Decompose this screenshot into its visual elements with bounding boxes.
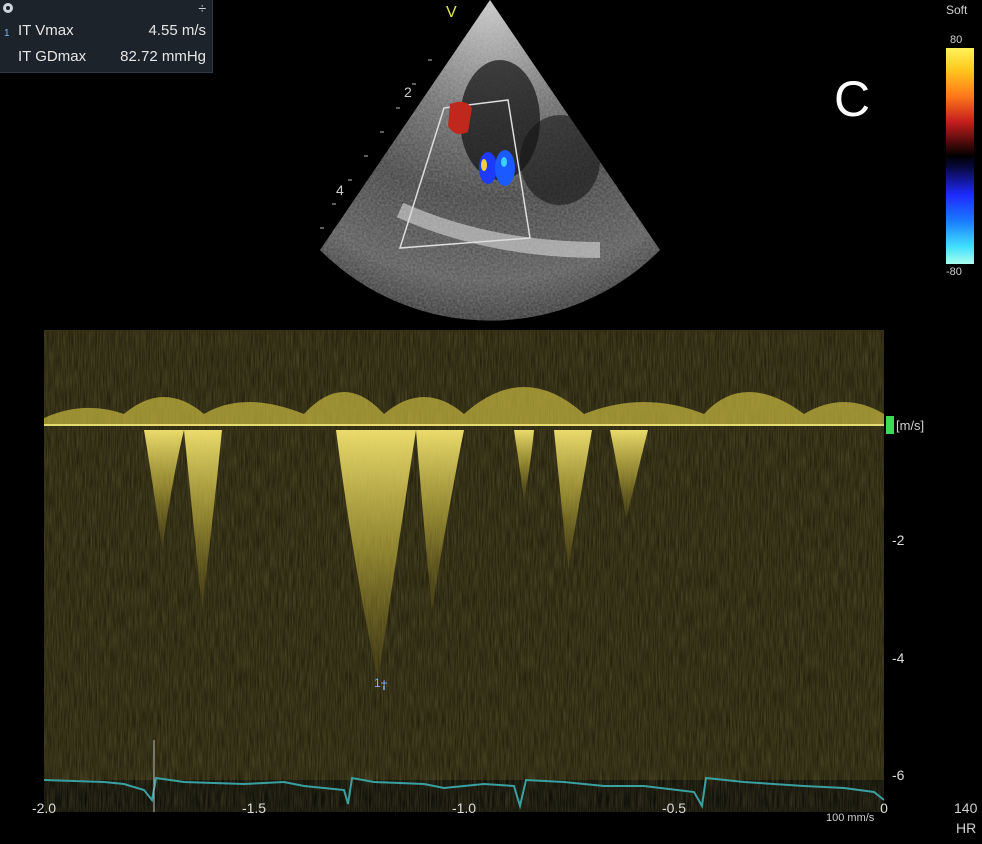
measurement-box[interactable]: ÷ 1 IT Vmax 4.55 m/s IT GDmax 82.72 mmHg bbox=[0, 0, 213, 73]
measurement-label: IT Vmax bbox=[18, 22, 74, 39]
gear-icon[interactable] bbox=[3, 3, 13, 13]
measurement-label: IT GDmax bbox=[18, 48, 87, 65]
colorbar-max: 80 bbox=[950, 34, 963, 46]
measurement-cursor[interactable]: 1+ bbox=[374, 676, 388, 690]
depth-label: 2 bbox=[404, 84, 412, 100]
velocity-tick-label: -2 bbox=[892, 532, 905, 548]
sweep-speed: 100 mm/s bbox=[826, 812, 875, 824]
colorbar bbox=[946, 48, 974, 264]
velocity-unit-label: [m/s] bbox=[896, 418, 925, 433]
measurement-value: 4.55 m/s bbox=[148, 22, 206, 39]
time-tick-label: -2.0 bbox=[31, 800, 57, 816]
velocity-tick-label: -6 bbox=[892, 767, 905, 783]
measurement-row-vmax: IT Vmax 4.55 m/s bbox=[18, 22, 206, 39]
heart-rate-label: HR bbox=[956, 820, 977, 836]
probe-orientation-marker: V bbox=[446, 4, 457, 21]
baseline-marker[interactable] bbox=[886, 416, 894, 434]
colorbar-title: Soft bbox=[946, 3, 968, 17]
measurement-index: 1 bbox=[4, 28, 10, 39]
time-tick-label: -1.5 bbox=[241, 800, 267, 816]
time-tick-label: 0 bbox=[880, 800, 888, 816]
sector-svg bbox=[320, 0, 660, 321]
measurement-value: 82.72 mmHg bbox=[120, 48, 206, 65]
time-tick-label: -0.5 bbox=[661, 800, 687, 816]
spectral-doppler-display bbox=[44, 330, 884, 812]
move-icon[interactable]: ÷ bbox=[198, 0, 206, 16]
heart-rate-value: 140 bbox=[954, 800, 978, 816]
panel-letter: C bbox=[834, 71, 871, 127]
measurement-row-gdmax: IT GDmax 82.72 mmHg bbox=[18, 48, 206, 65]
echo-sector-image: V 2 4 bbox=[300, 0, 680, 330]
time-tick-label: -1.0 bbox=[451, 800, 477, 816]
colorbar-min: -80 bbox=[946, 266, 962, 278]
velocity-tick-label: -4 bbox=[892, 650, 905, 666]
depth-label: 4 bbox=[336, 182, 344, 198]
